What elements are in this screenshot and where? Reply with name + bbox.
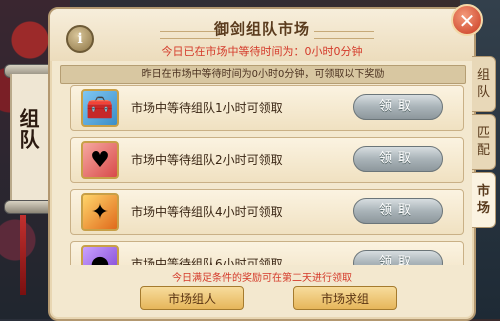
tab-match-char-2: 配	[476, 143, 490, 158]
tab-match[interactable]: 匹 配	[472, 114, 496, 170]
claim-button[interactable]: 领取	[353, 198, 443, 224]
reward-list[interactable]: 🧰 市场中等待组队1小时可领取 领取 ♥ 市场中等待组队2小时可领取 领取 ✦ …	[70, 85, 464, 265]
scroll-bottom-roll	[4, 200, 54, 214]
team-scroll: 组队	[4, 64, 54, 214]
market-seek-team-button[interactable]: 市场求组	[293, 286, 397, 310]
close-button[interactable]: ✕	[451, 4, 483, 36]
reward-row: ● 市场中等待组队6小时可领取 领取	[70, 241, 464, 265]
panel-title: 御剑组队市场	[213, 20, 310, 38]
tab-market[interactable]: 市 场	[472, 172, 496, 228]
claim-button[interactable]: 领取	[353, 94, 443, 120]
reward-text: 市场中等待组队4小时可领取	[131, 205, 283, 219]
reward-row: 🧰 市场中等待组队1小时可领取 领取	[70, 85, 464, 131]
treasure-chest-icon: 🧰	[81, 89, 119, 127]
heart-gift-icon: ♥	[81, 141, 119, 179]
footer-note: 今日满足条件的奖励可在第二天进行领取	[172, 273, 352, 284]
tab-team[interactable]: 组 队	[472, 56, 496, 112]
reward-text: 市场中等待组队2小时可领取	[131, 153, 283, 167]
tab-match-char-1: 匹	[476, 126, 490, 141]
tab-market-char-2: 场	[476, 201, 490, 216]
reward-text: 市场中等待组队1小时可领取	[131, 101, 283, 115]
tab-market-char-1: 市	[476, 184, 490, 199]
fire-orb-icon: ✦	[81, 193, 119, 231]
reward-row: ✦ 市场中等待组队4小时可领取 领取	[70, 189, 464, 235]
purple-orb-icon: ●	[81, 245, 119, 265]
scroll-title: 组队	[16, 108, 40, 150]
yesterday-notice: 昨日在市场中等待时间为0小时0分钟，可领取以下奖励	[60, 65, 466, 84]
market-recruit-button[interactable]: 市场组人	[140, 286, 244, 310]
tab-team-char-2: 队	[476, 85, 490, 100]
claim-button[interactable]: 领取	[353, 250, 443, 265]
reward-text: 市场中等待组队6小时可领取	[131, 257, 283, 265]
tab-team-char-1: 组	[476, 68, 490, 83]
reward-row: ♥ 市场中等待组队2小时可领取 领取	[70, 137, 464, 183]
red-tassel	[20, 215, 26, 295]
panel-header: i 御剑组队市场 今日已在市场中等待时间为：0小时0分钟	[50, 9, 474, 61]
team-market-panel: i 御剑组队市场 今日已在市场中等待时间为：0小时0分钟 昨日在市场中等待时间为…	[48, 7, 476, 321]
claim-button[interactable]: 领取	[353, 146, 443, 172]
today-wait-time: 今日已在市场中等待时间为：0小时0分钟	[161, 45, 363, 58]
